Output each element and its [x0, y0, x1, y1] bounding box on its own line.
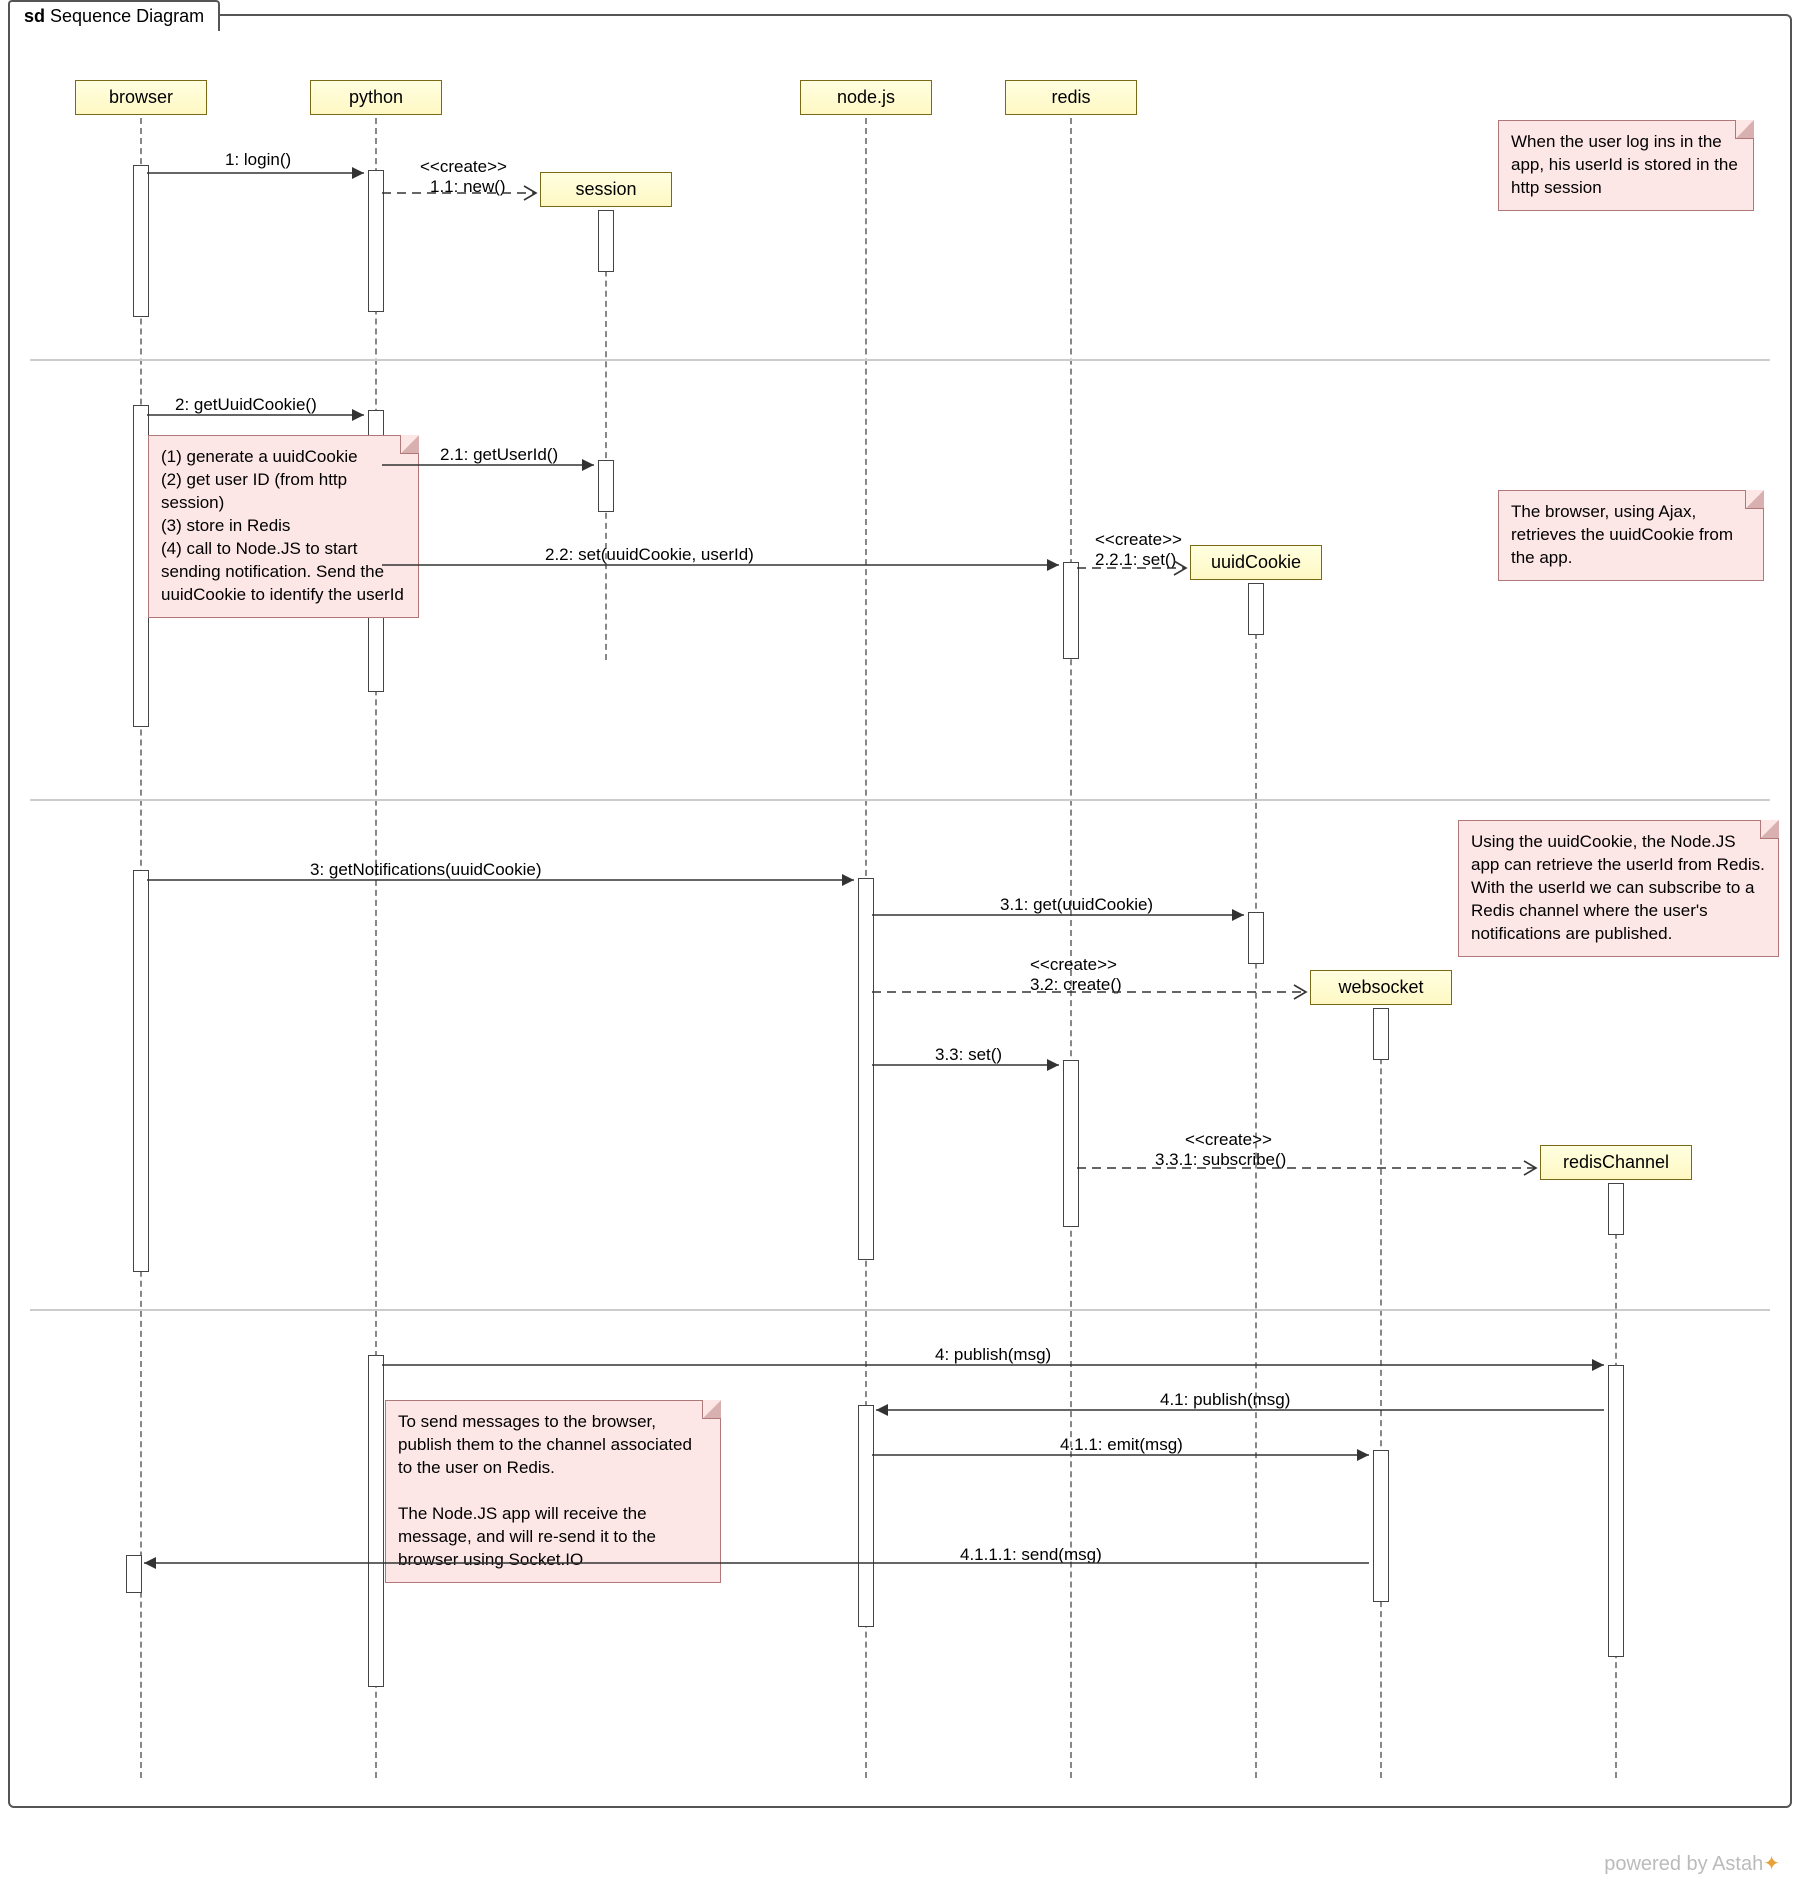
note-fold-icon: [1745, 490, 1764, 509]
lifeline-line: [1070, 118, 1072, 1778]
message-label: <<create>>: [1095, 530, 1182, 550]
activation-bar: [368, 170, 384, 312]
message-label: 3.2: create(): [1030, 975, 1122, 995]
note-fold-icon: [1735, 120, 1754, 139]
activation-bar: [368, 1355, 384, 1687]
activation-bar: [1248, 912, 1264, 964]
message-label: <<create>>: [420, 157, 507, 177]
lifeline-line: [1380, 1008, 1382, 1778]
activation-bar: [598, 460, 614, 512]
astah-icon: ✦: [1763, 1853, 1780, 1875]
activation-bar: [1248, 583, 1264, 635]
message-label: 2.2: set(uuidCookie, userId): [545, 545, 754, 565]
note-fold-icon: [702, 1400, 721, 1419]
message-label: 1: login(): [225, 150, 291, 170]
activation-bar: [598, 210, 614, 272]
activation-bar: [133, 870, 149, 1272]
note-text: When the user log ins in the app, his us…: [1511, 132, 1738, 197]
lifeline-label: websocket: [1338, 977, 1423, 997]
lifeline-line: [1255, 583, 1257, 1778]
activation-bar: [1608, 1365, 1624, 1657]
message-label: 4.1.1: emit(msg): [1060, 1435, 1183, 1455]
footer-text: powered by Astah: [1604, 1853, 1763, 1875]
diagram-title-prefix: sd: [24, 6, 45, 26]
message-label: 4: publish(msg): [935, 1345, 1051, 1365]
note-text: The Node.JS app will receive the message…: [398, 1504, 656, 1569]
diagram-title: sd Sequence Diagram: [8, 0, 220, 31]
lifeline-redis: redis: [1005, 80, 1137, 115]
message-label: 2.2.1: set(): [1095, 550, 1176, 570]
lifeline-session: session: [540, 172, 672, 207]
note: To send messages to the browser, publish…: [385, 1400, 721, 1583]
activation-bar: [858, 878, 874, 1260]
note: The browser, using Ajax, retrieves the u…: [1498, 490, 1764, 581]
lifeline-label: node.js: [837, 87, 895, 107]
note-text: The browser, using Ajax, retrieves the u…: [1511, 502, 1733, 567]
note: Using the uuidCookie, the Node.JS app ca…: [1458, 820, 1779, 957]
message-label: 2: getUuidCookie(): [175, 395, 317, 415]
lifeline-uuidcookie: uuidCookie: [1190, 545, 1322, 580]
lifeline-nodejs: node.js: [800, 80, 932, 115]
lifeline-redischannel: redisChannel: [1540, 1145, 1692, 1180]
footer-watermark: powered by Astah✦: [1604, 1851, 1780, 1876]
activation-bar: [1373, 1008, 1389, 1060]
note-text: (2) get user ID (from http session): [161, 470, 347, 512]
lifeline-label: browser: [109, 87, 173, 107]
lifeline-label: uuidCookie: [1211, 552, 1301, 572]
activation-bar: [1608, 1183, 1624, 1235]
lifeline-label: python: [349, 87, 403, 107]
note-text: (1) generate a uuidCookie: [161, 447, 358, 466]
activation-bar: [1063, 1060, 1079, 1227]
note-fold-icon: [400, 435, 419, 454]
activation-bar: [133, 405, 149, 727]
message-label: <<create>>: [1185, 1130, 1272, 1150]
activation-bar: [858, 1405, 874, 1627]
lifeline-label: redisChannel: [1563, 1152, 1669, 1172]
message-label: 4.1.1.1: send(msg): [960, 1545, 1102, 1565]
activation-bar: [133, 165, 149, 317]
lifeline-label: redis: [1051, 87, 1090, 107]
note: When the user log ins in the app, his us…: [1498, 120, 1754, 211]
activation-bar: [1063, 562, 1079, 659]
message-label: 3.3.1: subscribe(): [1155, 1150, 1286, 1170]
message-label: 3: getNotifications(uuidCookie): [310, 860, 542, 880]
lifeline-browser: browser: [75, 80, 207, 115]
message-label: <<create>>: [1030, 955, 1117, 975]
lifeline-websocket: websocket: [1310, 970, 1452, 1005]
activation-bar: [1373, 1450, 1389, 1602]
sequence-diagram-canvas: { "frame_title_prefix": "sd", "frame_tit…: [0, 0, 1796, 1882]
note-text: (4) call to Node.JS to start sending not…: [161, 539, 404, 604]
lifeline-label: session: [575, 179, 636, 199]
note-text: To send messages to the browser, publish…: [398, 1412, 692, 1477]
note-fold-icon: [1760, 820, 1779, 839]
lifeline-python: python: [310, 80, 442, 115]
message-label: 1.1: new(): [430, 177, 506, 197]
diagram-title-text: Sequence Diagram: [50, 6, 204, 26]
message-label: 4.1: publish(msg): [1160, 1390, 1290, 1410]
activation-bar: [126, 1555, 142, 1593]
note: (1) generate a uuidCookie (2) get user I…: [148, 435, 419, 618]
lifeline-line: [605, 210, 607, 660]
note-text: (3) store in Redis: [161, 516, 290, 535]
message-label: 3.1: get(uuidCookie): [1000, 895, 1153, 915]
message-label: 2.1: getUserId(): [440, 445, 558, 465]
message-label: 3.3: set(): [935, 1045, 1002, 1065]
note-text: Using the uuidCookie, the Node.JS app ca…: [1471, 832, 1765, 943]
